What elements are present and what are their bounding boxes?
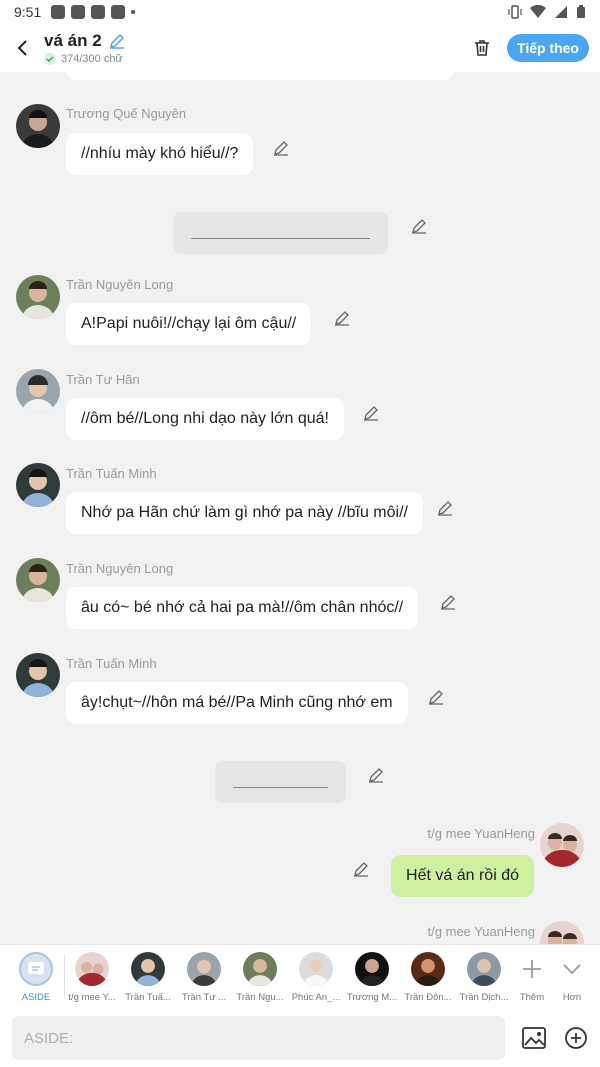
avatar: [467, 952, 501, 986]
image-icon: [522, 1027, 546, 1049]
chip-label: Hơn: [562, 992, 582, 1003]
avatar: [75, 952, 109, 986]
plus-circle-icon: [565, 1027, 587, 1049]
edit-icon[interactable]: [410, 217, 428, 235]
sender-name: Trần Tuấn Minh: [66, 656, 157, 671]
avatar[interactable]: [540, 823, 584, 867]
avatar[interactable]: [16, 275, 60, 319]
character-chip[interactable]: Trần Đôn...: [400, 950, 456, 1008]
edit-icon[interactable]: [272, 139, 290, 157]
avatar[interactable]: [16, 653, 60, 697]
more-characters-button[interactable]: Hơn: [544, 950, 600, 1008]
vibrate-icon: [508, 5, 522, 19]
character-chip-aside[interactable]: ASIDE: [8, 950, 64, 1008]
character-bar: ASIDE t/g mee Y... Trần Tuấ... Trần Tư .…: [0, 944, 600, 1010]
edit-icon[interactable]: [362, 404, 380, 422]
message-bubble[interactable]: âu có~ bé nhớ cả hai pa mà!//ôm chân nhó…: [66, 587, 419, 629]
back-arrow-icon: [17, 40, 27, 56]
edit-icon[interactable]: [333, 309, 351, 327]
edit-icon[interactable]: [367, 766, 385, 784]
delete-button[interactable]: [468, 34, 496, 62]
image-notification-icon: [51, 5, 66, 19]
edit-icon[interactable]: [427, 688, 445, 706]
chip-label: Trương M...: [346, 992, 398, 1003]
more-notifications-icon: [131, 10, 136, 14]
avatar[interactable]: [16, 104, 60, 148]
message-bubble[interactable]: Nhớ pa Hãn chứ làm gì nhớ pa này //bĩu m…: [66, 492, 423, 534]
edit-title-icon[interactable]: [108, 32, 126, 50]
divider-line: [191, 238, 370, 239]
character-chip[interactable]: t/g mee Y...: [64, 950, 120, 1008]
back-button[interactable]: [0, 24, 44, 72]
chip-label: Trần Tuấ...: [125, 992, 171, 1003]
edit-icon[interactable]: [439, 593, 457, 611]
scene-divider[interactable]: [215, 761, 346, 803]
avatar[interactable]: [16, 463, 60, 507]
status-time: 9:51: [14, 4, 42, 20]
next-button[interactable]: Tiếp theo: [507, 34, 589, 62]
chip-label: t/g mee Y...: [68, 992, 116, 1003]
chip-label: ASIDE: [21, 992, 51, 1003]
sender-name: Trần Nguyên Long: [66, 277, 174, 292]
aside-icon: [19, 952, 53, 986]
message-bubble[interactable]: //ôm bé//Long nhi dạo này lớn quá!: [66, 398, 344, 440]
edit-icon[interactable]: [352, 860, 370, 878]
avatar: [355, 952, 389, 986]
message-bubble[interactable]: A!Papi nuôi!//chạy lại ôm cậu//: [66, 303, 312, 345]
message-bubble[interactable]: ây!chụt~//hôn má bé//Pa Minh cũng nhớ em: [66, 682, 408, 724]
character-chip[interactable]: Trần Ngu...: [232, 950, 288, 1008]
notification-icons: [51, 5, 136, 19]
character-chip[interactable]: Trần Tuấ...: [120, 950, 176, 1008]
previous-message-bubble[interactable]: [66, 72, 454, 80]
battery-icon: [577, 5, 585, 18]
message-bubble[interactable]: Hết vá án rồi đó: [391, 855, 534, 897]
message-input[interactable]: [12, 1016, 505, 1060]
avatar[interactable]: [540, 921, 584, 944]
avatar: [411, 952, 445, 986]
tiktok-notification-icon: [71, 5, 86, 19]
page-title: vá án 2: [44, 31, 102, 50]
chip-label: Trần Tư ...: [181, 992, 227, 1003]
input-bar: [0, 1010, 600, 1067]
sender-name: Trần Nguyên Long: [66, 561, 174, 576]
avatar: [243, 952, 277, 986]
status-bar: 9:51: [0, 0, 600, 24]
sender-name: Trần Tuấn Minh: [66, 466, 157, 481]
chip-label: Phúc An_...: [291, 992, 341, 1003]
check-icon: [44, 53, 56, 65]
character-chip[interactable]: Trần Tư ...: [176, 950, 232, 1008]
chat-area[interactable]: Trương Quế Nguyên //nhíu mày khó hiểu//?…: [0, 72, 600, 944]
chip-label: Trần Đôn...: [404, 992, 452, 1003]
wifi-icon: [530, 5, 546, 18]
character-chip[interactable]: Trương M...: [344, 950, 400, 1008]
sender-name: Trương Quế Nguyên: [66, 106, 187, 121]
avatar: [299, 952, 333, 986]
divider-line: [233, 787, 328, 788]
signal-icon: [555, 6, 567, 18]
title-block: vá án 2 374/300 chữ: [44, 31, 126, 65]
character-chip[interactable]: Phúc An_...: [288, 950, 344, 1008]
trash-icon: [475, 40, 489, 56]
sender-name: Trần Tư Hãn: [66, 372, 140, 387]
avatar[interactable]: [16, 558, 60, 602]
sender-name: t/g mee YuanHeng: [427, 924, 535, 939]
avatar: [131, 952, 165, 986]
avatar: [187, 952, 221, 986]
chip-label: Trần Dịch...: [459, 992, 509, 1003]
avatar[interactable]: [16, 369, 60, 413]
edit-icon[interactable]: [436, 499, 454, 517]
chevron-down-icon: [555, 952, 589, 986]
scene-divider[interactable]: [173, 212, 388, 254]
app-notification-icon-2: [111, 5, 126, 19]
sender-name: t/g mee YuanHeng: [427, 826, 535, 841]
app-notification-icon: [91, 5, 106, 19]
message-bubble[interactable]: //nhíu mày khó hiểu//?: [66, 133, 254, 175]
chip-label: Trần Ngu...: [236, 992, 284, 1003]
insert-image-button[interactable]: [520, 1024, 548, 1052]
add-button[interactable]: [562, 1024, 590, 1052]
header: vá án 2 374/300 chữ Tiếp theo: [0, 24, 600, 72]
word-count: 374/300 chữ: [61, 53, 123, 65]
